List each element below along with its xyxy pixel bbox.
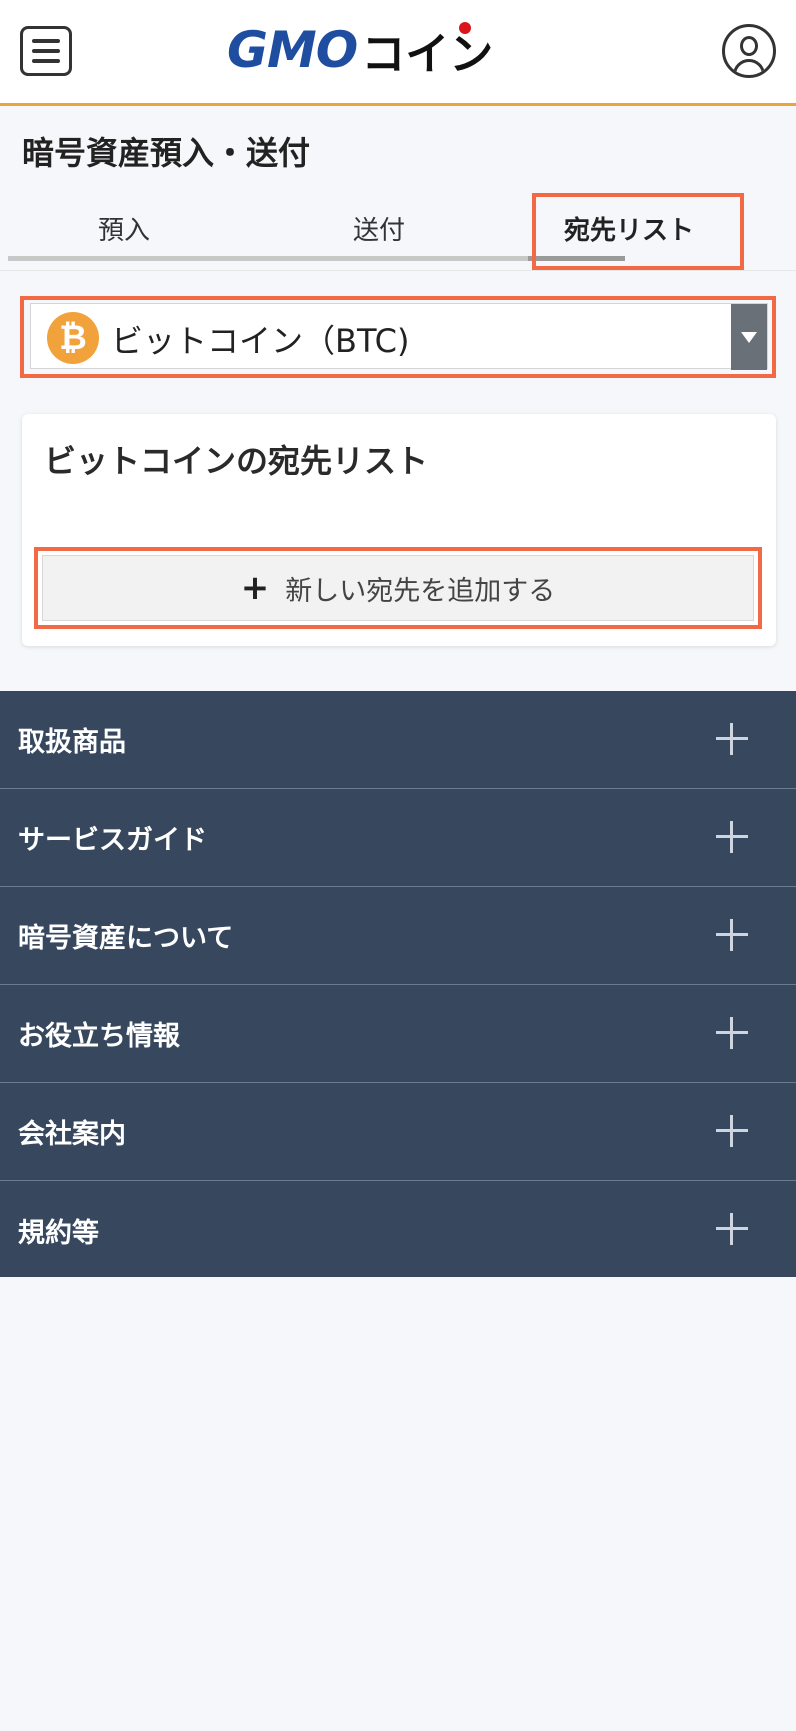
currency-select[interactable]: ₿ ビットコイン（BTC) (30, 303, 768, 370)
footer-nav-service-guide[interactable]: サービスガイド (0, 789, 796, 887)
page-title: 暗号資産預入・送付 (22, 134, 311, 172)
dropdown-arrow-icon[interactable] (731, 304, 767, 370)
footer-nav-useful-info[interactable]: お役立ち情報 (0, 985, 796, 1083)
footer-nav-company[interactable]: 会社案内 (0, 1083, 796, 1181)
expand-plus-icon[interactable] (714, 917, 750, 953)
hamburger-menu-icon[interactable] (20, 26, 72, 76)
footer-nav-products[interactable]: 取扱商品 (0, 691, 796, 789)
address-list-title: ビットコインの宛先リスト (44, 442, 429, 480)
tab-deposit[interactable]: 預入 (98, 210, 150, 247)
footer-nav-about-crypto[interactable]: 暗号資産について (0, 887, 796, 985)
currency-select-value: ビットコイン（BTC) (111, 322, 410, 360)
plus-icon: + (240, 568, 270, 608)
logo-coin-text: コイン (361, 18, 493, 82)
expand-plus-icon[interactable] (714, 1015, 750, 1051)
expand-plus-icon[interactable] (714, 819, 750, 855)
expand-plus-icon[interactable] (714, 1211, 750, 1247)
footer-nav-label: 規約等 (18, 1217, 99, 1249)
expand-plus-icon[interactable] (714, 721, 750, 757)
add-address-label: 新しい宛先を追加する (285, 575, 556, 607)
tab-address-list-highlight (532, 193, 744, 270)
bitcoin-icon: ₿ (47, 312, 99, 364)
footer-nav-terms[interactable]: 規約等 (0, 1181, 796, 1279)
footer-nav-label: 会社案内 (18, 1119, 126, 1150)
footer-nav: 取扱商品 サービスガイド 暗号資産について お役立ち情報 会社案内 規約等 (0, 691, 796, 1277)
footer-nav-label: 暗号資産について (18, 923, 234, 954)
app-header: GMO コイン (0, 0, 796, 106)
gmo-coin-logo[interactable]: GMO コイン (227, 21, 493, 80)
divider (0, 270, 796, 271)
logo-gmo-text: GMO (227, 21, 358, 79)
tab-underline (8, 256, 528, 261)
footer-nav-label: 取扱商品 (18, 727, 126, 758)
expand-plus-icon[interactable] (714, 1113, 750, 1149)
user-account-icon[interactable] (722, 24, 776, 78)
footer-nav-label: お役立ち情報 (18, 1021, 180, 1052)
footer-nav-label: サービスガイド (18, 825, 207, 856)
add-address-button[interactable]: + 新しい宛先を追加する (42, 555, 754, 621)
tab-send[interactable]: 送付 (353, 210, 405, 247)
address-list-card: ビットコインの宛先リスト + 新しい宛先を追加する (22, 414, 776, 646)
